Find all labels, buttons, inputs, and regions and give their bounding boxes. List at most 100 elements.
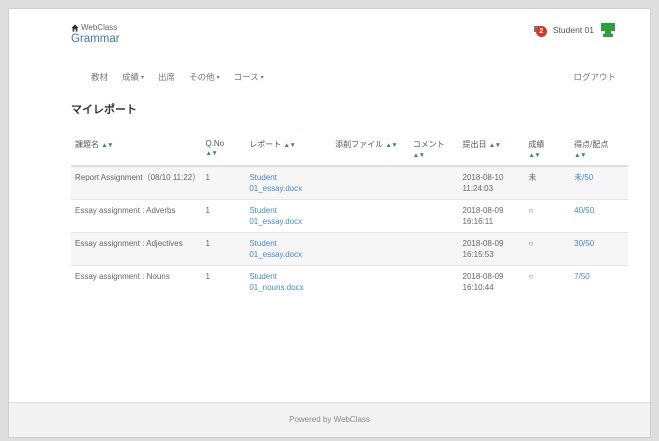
header-title[interactable]: 課題名 ▲▼ — [71, 131, 202, 167]
sort-icon[interactable]: ▲▼ — [574, 152, 586, 159]
row-attachment — [331, 199, 409, 233]
row-qno: 1 — [201, 165, 246, 200]
header-attachment[interactable]: 添削ファイル ▲▼ — [331, 131, 409, 167]
sort-icon[interactable]: ▲▼ — [284, 142, 296, 149]
table-row: Essay assignment : Adverbs 1 Student 01_… — [71, 199, 628, 233]
nav-attendance[interactable]: 出席 — [158, 71, 175, 83]
date-line1: 2018-08-10 — [462, 173, 504, 182]
row-title: Report Assignment（08/10 11:22） — [71, 165, 202, 200]
header-comment[interactable]: コメント ▲▼ — [408, 131, 459, 167]
header-date[interactable]: 提出日 ▲▼ — [458, 131, 525, 167]
report-link-line1[interactable]: Student — [249, 239, 277, 248]
header-attachment-label: 添削ファイル — [335, 140, 384, 149]
page-title: マイレポート — [71, 104, 137, 116]
user-avatar-icon[interactable] — [600, 23, 616, 37]
row-date: 2018-08-10 11:24:03 — [458, 165, 525, 200]
header-qno[interactable]: Q.No ▲▼ — [201, 131, 246, 167]
table-header-row: 課題名 ▲▼ Q.No ▲▼ レポート ▲▼ 添削ファイル ▲▼ コメント ▲▼… — [71, 131, 628, 167]
report-link-line2[interactable]: 01_nouns.docx — [249, 283, 303, 292]
row-grade: 未 — [524, 165, 571, 200]
header-title-label: 課題名 — [75, 140, 99, 149]
home-icon — [71, 23, 79, 32]
main-nav: 教材 成績 ▾ 出席 その他 ▾ コース ▾ — [91, 71, 278, 83]
row-attachment — [331, 265, 409, 298]
row-score[interactable]: 未/50 — [570, 165, 628, 200]
row-report-link[interactable]: Student 01_essay.docx — [245, 232, 332, 266]
row-title: Essay assignment : Adverbs — [71, 199, 202, 233]
row-comment — [408, 165, 459, 200]
row-date: 2018-08-09 16:10:44 — [458, 265, 525, 298]
row-grade: ○ — [524, 199, 571, 233]
row-attachment — [331, 232, 409, 266]
table-row: Essay assignment : Nouns 1 Student 01_no… — [71, 265, 628, 298]
home-link[interactable]: WebClass — [71, 23, 120, 32]
user-name[interactable]: Student 01 — [553, 25, 594, 35]
logout-link[interactable]: ログアウト — [573, 71, 616, 83]
header-score-label: 得点/配点 — [574, 140, 609, 149]
date-line2: 16:16:11 — [462, 217, 494, 226]
home-label: WebClass — [81, 23, 118, 32]
row-grade: ○ — [524, 265, 571, 298]
header-comment-label: コメント — [412, 140, 445, 149]
sort-icon[interactable]: ▲▼ — [489, 142, 501, 149]
row-score[interactable]: 30/50 — [570, 232, 628, 266]
course-name[interactable]: Grammar — [71, 33, 120, 45]
footer: Powered by WebClass — [9, 402, 650, 437]
row-qno: 1 — [201, 232, 246, 266]
chevron-down-icon: ▾ — [216, 74, 220, 81]
table-row: Essay assignment : Adjectives 1 Student … — [71, 232, 628, 266]
header-report-label: レポート — [249, 140, 282, 149]
nav-attendance-label: 出席 — [158, 72, 176, 82]
row-title: Essay assignment : Nouns — [71, 265, 202, 298]
report-link-line2[interactable]: 01_essay.docx — [249, 250, 302, 259]
notification-button[interactable]: 2 — [533, 24, 547, 37]
sort-icon[interactable]: ▲▼ — [528, 152, 540, 159]
row-score[interactable]: 7/50 — [570, 265, 628, 298]
nav-other-label: その他 — [189, 72, 215, 82]
row-report-link[interactable]: Student 01_essay.docx — [245, 165, 332, 200]
chevron-down-icon: ▾ — [260, 74, 264, 81]
user-area: 2 Student 01 — [533, 23, 616, 37]
header-score[interactable]: 得点/配点 ▲▼ — [570, 131, 628, 167]
footer-text: Powered by WebClass — [289, 415, 370, 424]
header-qno-label: Q.No — [205, 139, 225, 148]
nav-materials-label: 教材 — [91, 72, 109, 82]
table-row: Report Assignment（08/10 11:22） 1 Student… — [71, 165, 628, 200]
sort-icon[interactable]: ▲▼ — [205, 150, 217, 157]
row-qno: 1 — [201, 265, 246, 298]
report-link-line2[interactable]: 01_essay.docx — [249, 184, 302, 193]
sort-icon[interactable]: ▲▼ — [101, 142, 113, 149]
row-report-link[interactable]: Student 01_nouns.docx — [245, 265, 332, 298]
report-link-line1[interactable]: Student — [249, 272, 277, 281]
nav-grades[interactable]: 成績 ▾ — [122, 71, 144, 83]
row-date: 2018-08-09 16:15:53 — [458, 232, 525, 266]
row-attachment — [331, 165, 409, 200]
app-frame: WebClass Grammar 2 Student 01 教材 成績 ▾ 出席 — [8, 8, 651, 438]
date-line2: 16:10:44 — [462, 283, 494, 292]
notification-badge: 2 — [535, 26, 547, 37]
nav-other[interactable]: その他 ▾ — [189, 71, 220, 83]
chevron-down-icon: ▾ — [141, 74, 145, 81]
report-link-line1[interactable]: Student — [249, 206, 277, 215]
date-line1: 2018-08-09 — [462, 239, 504, 248]
header-date-label: 提出日 — [462, 140, 487, 149]
report-link-line2[interactable]: 01_essay.docx — [249, 217, 302, 226]
nav-materials[interactable]: 教材 — [91, 71, 108, 83]
sort-icon[interactable]: ▲▼ — [413, 152, 425, 159]
row-qno: 1 — [201, 199, 246, 233]
date-line2: 16:15:53 — [462, 250, 494, 259]
nav-course[interactable]: コース ▾ — [234, 71, 264, 83]
nav-grades-label: 成績 — [122, 72, 140, 82]
header-grade[interactable]: 成績 ▲▼ — [524, 131, 571, 167]
sort-icon[interactable]: ▲▼ — [385, 142, 397, 149]
row-comment — [408, 232, 459, 266]
row-report-link[interactable]: Student 01_essay.docx — [245, 199, 332, 233]
row-comment — [408, 265, 459, 298]
header-report[interactable]: レポート ▲▼ — [245, 131, 332, 167]
report-table: 課題名 ▲▼ Q.No ▲▼ レポート ▲▼ 添削ファイル ▲▼ コメント ▲▼… — [71, 131, 628, 298]
row-title: Essay assignment : Adjectives — [71, 232, 202, 266]
header-grade-label: 成績 — [528, 140, 545, 149]
row-score[interactable]: 40/50 — [570, 199, 628, 233]
date-line1: 2018-08-09 — [462, 272, 504, 281]
report-link-line1[interactable]: Student — [249, 173, 277, 182]
